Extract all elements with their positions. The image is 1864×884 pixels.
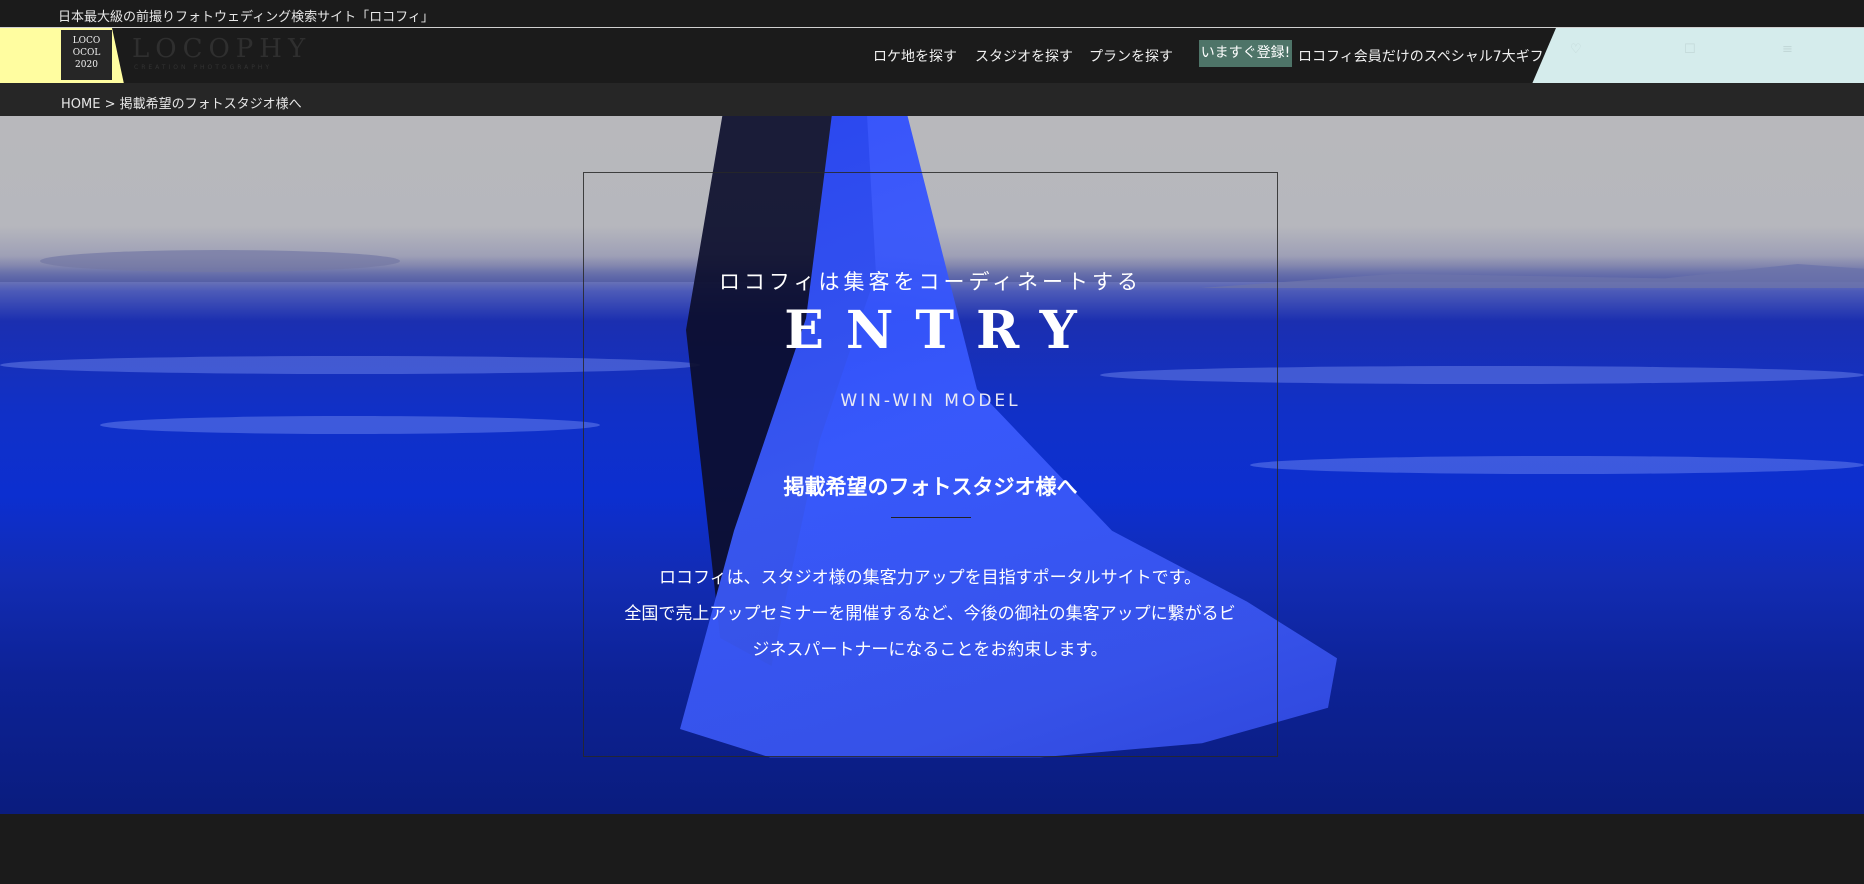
page-bottom [0,814,1864,884]
nav-find-plan[interactable]: プランを探す [1089,46,1173,66]
hero-frame [583,172,1278,757]
logo-line: LOCO [72,36,101,46]
hero-title: ENTRY [784,300,1099,361]
logo-line: 2020 [75,60,98,70]
wave [1250,456,1864,474]
breadcrumb-home[interactable]: HOME [61,97,100,112]
hero-heading: 掲載希望のフォトスタジオ様へ [783,475,1078,499]
favorite-icon[interactable]: ♡ [1570,42,1582,57]
header-account-panel: ♡ ☐ ≡ [1532,28,1864,84]
logo-wordmark[interactable]: LOCOPHY [132,34,311,64]
register-now-button[interactable]: いますぐ登録! [1199,40,1292,67]
member-gift-link[interactable]: ロコフィ会員だけのスペシャル7大ギフト! [1298,46,1563,66]
login-icon[interactable]: ☐ [1684,42,1696,57]
nav-find-location[interactable]: ロケ地を探す [873,46,957,66]
hero-body: ロコフィは、スタジオ様の集客力アップを目指すポータルサイトです。 全国で売上アッ… [620,560,1240,668]
site-header: LOCO OCOL 2020 LOCOPHY CREATION PHOTOGRA… [0,27,1864,84]
logo-line: OCOL [72,48,101,58]
breadcrumb: HOME > 掲載希望のフォトスタジオ様へ [0,83,1864,116]
nav-find-studio[interactable]: スタジオを探す [975,46,1073,66]
menu-icon[interactable]: ≡ [1782,42,1793,57]
site-tagline: 日本最大級の前撮りフォトウェディング検索サイト「ロコフィ」 [58,10,434,25]
hero-section: ロコフィは集客をコーディネートする ENTRY WIN-WIN MODEL 掲載… [0,116,1864,814]
distant-cloud [40,250,400,272]
top-strip: 日本最大級の前撮りフォトウェディング検索サイト「ロコフィ」 [0,0,1864,27]
logo-mark[interactable]: LOCO OCOL 2020 [61,30,112,80]
body-line: ロコフィは、スタジオ様の集客力アップを目指すポータルサイトです。 [659,568,1201,588]
hero-subtitle: WIN-WIN MODEL [840,391,1021,411]
body-line: 全国で売上アップセミナーを開催するなど、今後の御社の集客アップに繋がるビ [624,604,1236,624]
breadcrumb-separator: > [104,97,116,112]
logo-subtitle: CREATION PHOTOGRAPHY [134,64,273,71]
breadcrumb-current: 掲載希望のフォトスタジオ様へ [119,97,302,112]
hero-catchphrase: ロコフィは集客をコーディネートする [718,270,1143,294]
wave [100,416,600,434]
heading-divider [891,517,971,518]
body-line: ジネスパートナーになることをお約束します。 [752,640,1108,660]
